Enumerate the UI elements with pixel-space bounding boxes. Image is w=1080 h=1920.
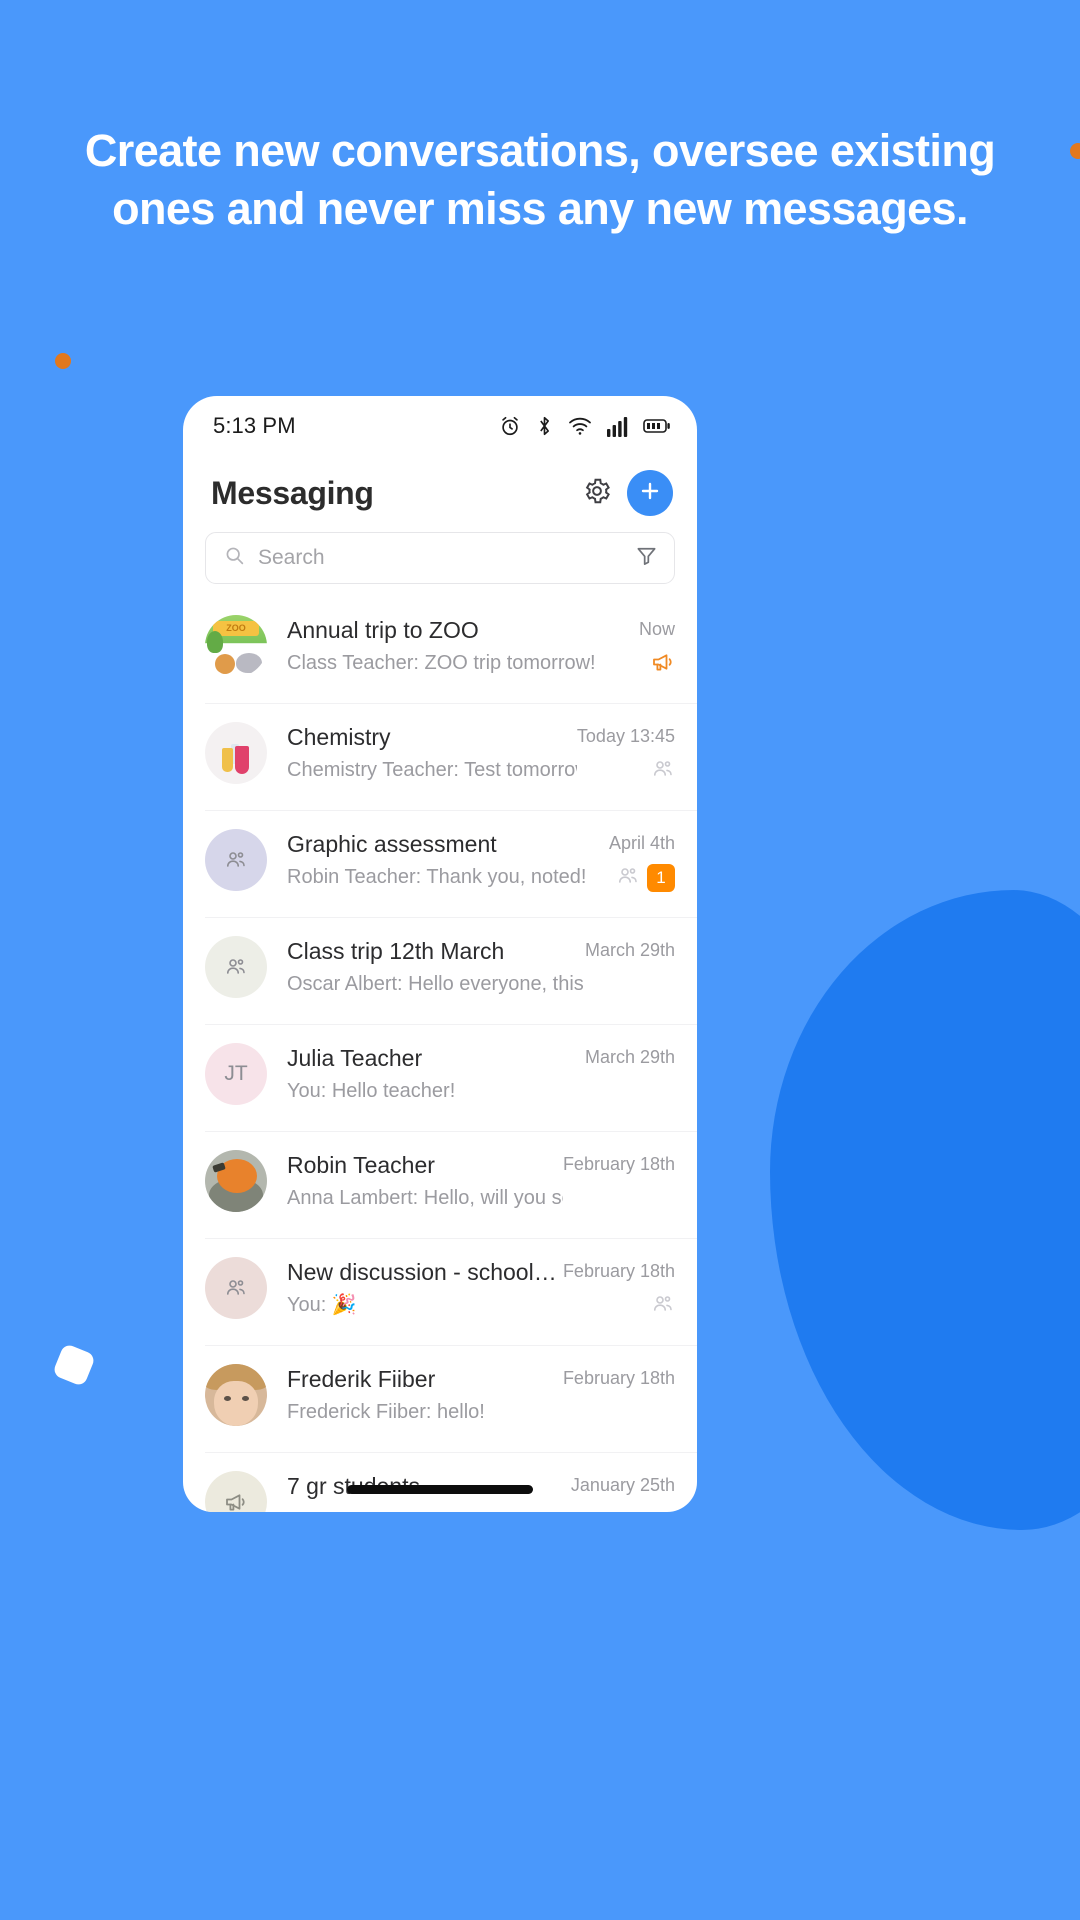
plus-icon: [638, 479, 662, 508]
conversation-snippet: Frederick Fiiber: hello!: [287, 1401, 485, 1423]
avatar: [205, 722, 267, 784]
conversation-snippet: Anna Lambert: Hello, will you send homew…: [287, 1187, 563, 1209]
app-header: Messaging: [183, 456, 697, 522]
conversation-title: Frederik Fiiber: [287, 1366, 436, 1392]
settings-button[interactable]: [577, 473, 617, 513]
decorative-blob: [770, 890, 1080, 1530]
conversation-time: January 25th: [570, 1475, 675, 1495]
wifi-icon: [568, 415, 592, 437]
new-conversation-button[interactable]: [627, 470, 673, 516]
status-time: 5:13 PM: [213, 413, 296, 438]
conversation-text: Class trip 12th March Oscar Albert: Hello…: [267, 931, 585, 1000]
conversation-indicators: [651, 1293, 675, 1319]
conversation-meta: February 18th: [563, 1359, 675, 1426]
conversation-title: Chemistry: [287, 724, 391, 750]
conversation-snippet: Class Teacher: ZOO trip tomorrow!: [287, 652, 596, 674]
conversation-text: Graphic assessment Robin Teacher: Thank y…: [267, 824, 609, 893]
conversation-row[interactable]: JT Julia Teacher You: Hello teacher! March …: [183, 1024, 697, 1131]
conversation-row[interactable]: Graphic assessment Robin Teacher: Thank y…: [183, 810, 697, 917]
gear-icon: [582, 476, 612, 511]
unread-badge: 1: [647, 864, 675, 892]
conversation-meta: March 29th: [585, 1038, 675, 1105]
conversation-time: March 29th: [584, 1047, 675, 1067]
signal-icon: [607, 416, 628, 437]
conversation-snippet: Robin Teacher: Thank you, noted!: [287, 866, 587, 888]
status-bar: 5:13 PM: [183, 396, 697, 456]
decorative-dot-left: [55, 353, 71, 369]
alarm-icon: [499, 415, 521, 437]
conversation-row[interactable]: New discussion - school a... You: 🎉 Februa…: [183, 1238, 697, 1345]
conversation-title: Robin Teacher: [287, 1152, 435, 1178]
conversation-row[interactable]: ZOO Annual trip to ZOO Class Teacher: ZOO …: [183, 596, 697, 703]
group-icon: [616, 864, 640, 893]
search-input[interactable]: Search: [205, 532, 675, 584]
conversation-row[interactable]: Robin Teacher Anna Lambert: Hello, will y…: [183, 1131, 697, 1238]
avatar: ZOO: [205, 615, 267, 677]
conversation-snippet: You: Hello teacher!: [287, 1080, 456, 1102]
conversation-title: Julia Teacher: [287, 1045, 423, 1071]
gesture-bar: [347, 1485, 533, 1494]
avatar: [205, 829, 267, 891]
search-placeholder: Search: [258, 546, 325, 569]
conversation-time: Today 13:45: [576, 726, 675, 746]
search-section: Search: [183, 522, 697, 596]
phone-mockup: 5:13 PM Messaging Search ZOO Annual trip…: [183, 396, 697, 1512]
conversation-snippet: Oscar Albert: Hello everyone, this is me…: [287, 969, 585, 1000]
conversation-meta: February 18th: [563, 1252, 675, 1319]
conversation-snippet: You: 🎉: [287, 1294, 357, 1316]
avatar: [205, 1364, 267, 1426]
conversation-time: February 18th: [562, 1261, 675, 1281]
conversation-text: Julia Teacher You: Hello teacher!: [267, 1038, 585, 1107]
avatar: [205, 1471, 267, 1512]
conversation-list[interactable]: ZOO Annual trip to ZOO Class Teacher: ZOO …: [183, 596, 697, 1512]
conversation-meta: January 25th: [571, 1466, 675, 1512]
conversation-row[interactable]: Chemistry Chemistry Teacher: Test tomorro…: [183, 703, 697, 810]
conversation-title: New discussion - school a...: [287, 1259, 563, 1285]
conversation-text: Robin Teacher Anna Lambert: Hello, will y…: [267, 1145, 563, 1214]
group-icon: [651, 757, 675, 786]
conversation-row[interactable]: 7 gr studentsJanuary 25th: [183, 1452, 697, 1512]
group-icon: [651, 1292, 675, 1321]
page-title: Messaging: [211, 474, 374, 511]
conversation-meta: February 18th: [563, 1145, 675, 1212]
conversation-title: Class trip 12th March: [287, 938, 505, 964]
status-icon-group: [499, 415, 671, 437]
conversation-meta: April 4th 1: [608, 824, 675, 893]
conversation-text: Chemistry Chemistry Teacher: Test tomorro…: [267, 717, 577, 786]
conversation-title: Graphic assessment: [287, 831, 497, 857]
conversation-row[interactable]: Frederik Fiiber Frederick Fiiber: hello! F…: [183, 1345, 697, 1452]
conversation-indicators: 1: [616, 864, 675, 893]
conversation-time: April 4th: [608, 833, 675, 853]
conversation-text: Frederik Fiiber Frederick Fiiber: hello!: [267, 1359, 563, 1428]
conversation-indicators: [651, 758, 675, 784]
conversation-time: Now: [638, 619, 675, 639]
conversation-snippet: Chemistry Teacher: Test tomorrow!: [287, 759, 577, 781]
avatar: [205, 1257, 267, 1319]
conversation-row[interactable]: Class trip 12th March Oscar Albert: Hello…: [183, 917, 697, 1024]
promo-headline: Create new conversations, oversee existi…: [84, 125, 996, 234]
avatar: JT: [205, 1043, 267, 1105]
conversation-text: Annual trip to ZOO Class Teacher: ZOO tri…: [267, 610, 615, 679]
decorative-square: [51, 1342, 97, 1388]
search-icon: [224, 545, 245, 571]
battery-icon: [643, 417, 671, 435]
conversation-time: February 18th: [562, 1368, 675, 1388]
avatar-initials: JT: [224, 1062, 248, 1085]
filter-icon[interactable]: [635, 544, 658, 572]
conversation-meta: March 29th: [585, 931, 675, 998]
avatar: [205, 936, 267, 998]
conversation-title: Annual trip to ZOO: [287, 617, 479, 643]
conversation-time: February 18th: [562, 1154, 675, 1174]
avatar: [205, 1150, 267, 1212]
megaphone-icon: [651, 650, 675, 679]
conversation-meta: Today 13:45: [577, 717, 675, 784]
conversation-time: March 29th: [584, 940, 675, 960]
conversation-meta: Now: [615, 610, 675, 677]
conversation-text: New discussion - school a... You: 🎉: [267, 1252, 563, 1321]
conversation-indicators: [651, 651, 675, 677]
bluetooth-icon: [536, 415, 553, 437]
snippet-emoji: 🎉: [331, 1294, 357, 1316]
